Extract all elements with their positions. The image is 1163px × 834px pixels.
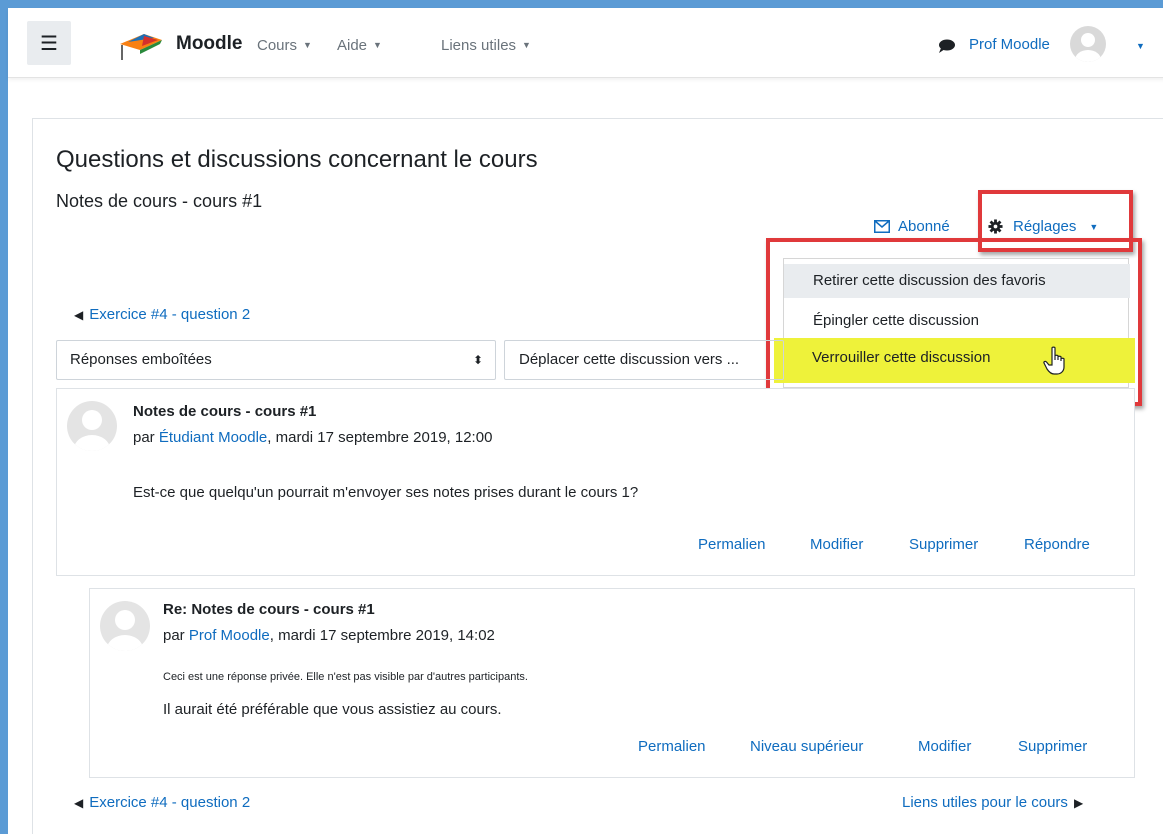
- caret-down-icon: ▼: [522, 40, 531, 50]
- page-title: Questions et discussions concernant le c…: [56, 146, 538, 173]
- display-mode-select[interactable]: Réponses emboîtées ⬍: [56, 340, 496, 380]
- envelope-icon: [874, 220, 890, 233]
- edit-link[interactable]: Modifier: [918, 738, 971, 755]
- private-reply-notice: Ceci est une réponse privée. Elle n'est …: [163, 671, 528, 683]
- post-content: Est-ce que quelqu'un pourrait m'envoyer …: [133, 484, 639, 501]
- brand-name[interactable]: Moodle: [176, 33, 243, 55]
- post-content: Il aurait été préférable que vous assist…: [163, 701, 502, 718]
- discussion-title: Notes de cours - cours #1: [56, 191, 263, 211]
- reply-link[interactable]: Répondre: [1024, 536, 1090, 553]
- edit-link[interactable]: Modifier: [810, 536, 863, 553]
- author-avatar[interactable]: [100, 601, 150, 651]
- post-author-line: par Étudiant Moodle, mardi 17 septembre …: [133, 429, 493, 446]
- subscribed-toggle[interactable]: Abonné: [874, 218, 950, 235]
- nav-menu-liens-utiles[interactable]: Liens utiles ▼: [441, 37, 531, 54]
- post-author-link[interactable]: Prof Moodle: [189, 627, 270, 644]
- post-author-line: par Prof Moodle, mardi 17 septembre 2019…: [163, 627, 495, 644]
- caret-left-icon: ◀: [74, 796, 84, 810]
- post-card: Re: Notes de cours - cours #1 par Prof M…: [89, 588, 1135, 778]
- user-menu-name[interactable]: Prof Moodle: [969, 36, 1050, 53]
- post-subject: Notes de cours - cours #1: [133, 403, 317, 420]
- annotation-box-menu: [766, 238, 1142, 406]
- caret-down-icon[interactable]: ▼: [1136, 41, 1145, 51]
- permalink-link[interactable]: Permalien: [638, 738, 706, 755]
- post-card: Notes de cours - cours #1 par Étudiant M…: [56, 388, 1135, 576]
- nav-menu-cours[interactable]: Cours ▼: [257, 37, 312, 54]
- next-discussion-link[interactable]: Liens utiles pour le cours ▶: [902, 794, 1083, 811]
- message-icon[interactable]: [937, 38, 957, 54]
- prev-discussion-link-top[interactable]: ◀ Exercice #4 - question 2: [74, 306, 250, 323]
- caret-right-icon: ▶: [1073, 796, 1084, 810]
- post-author-link[interactable]: Étudiant Moodle: [159, 429, 267, 446]
- delete-link[interactable]: Supprimer: [1018, 738, 1087, 755]
- post-subject: Re: Notes de cours - cours #1: [163, 601, 375, 618]
- prev-discussion-link-bottom[interactable]: ◀ Exercice #4 - question 2: [74, 794, 250, 811]
- delete-link[interactable]: Supprimer: [909, 536, 978, 553]
- caret-left-icon: ◀: [74, 308, 84, 322]
- moodle-logo: [120, 34, 162, 60]
- sort-icon: ⬍: [472, 353, 483, 367]
- screen: ☰ Moodle Cours ▼ Aide ▼ Liens utiles ▼ Prof…: [8, 8, 1163, 834]
- subscribed-label: Abonné: [898, 218, 950, 235]
- user-avatar[interactable]: [1070, 26, 1106, 62]
- nav-menu-aide[interactable]: Aide ▼: [337, 37, 382, 54]
- hamburger-icon[interactable]: ☰: [27, 21, 71, 65]
- permalink-link[interactable]: Permalien: [698, 536, 766, 553]
- caret-down-icon: ▼: [373, 40, 382, 50]
- caret-down-icon: ▼: [303, 40, 312, 50]
- move-discussion-select[interactable]: Déplacer cette discussion vers ...: [504, 340, 784, 380]
- parent-post-link[interactable]: Niveau supérieur: [750, 738, 863, 755]
- author-avatar[interactable]: [67, 401, 117, 451]
- top-navbar: ☰ Moodle Cours ▼ Aide ▼ Liens utiles ▼ Prof…: [8, 8, 1163, 78]
